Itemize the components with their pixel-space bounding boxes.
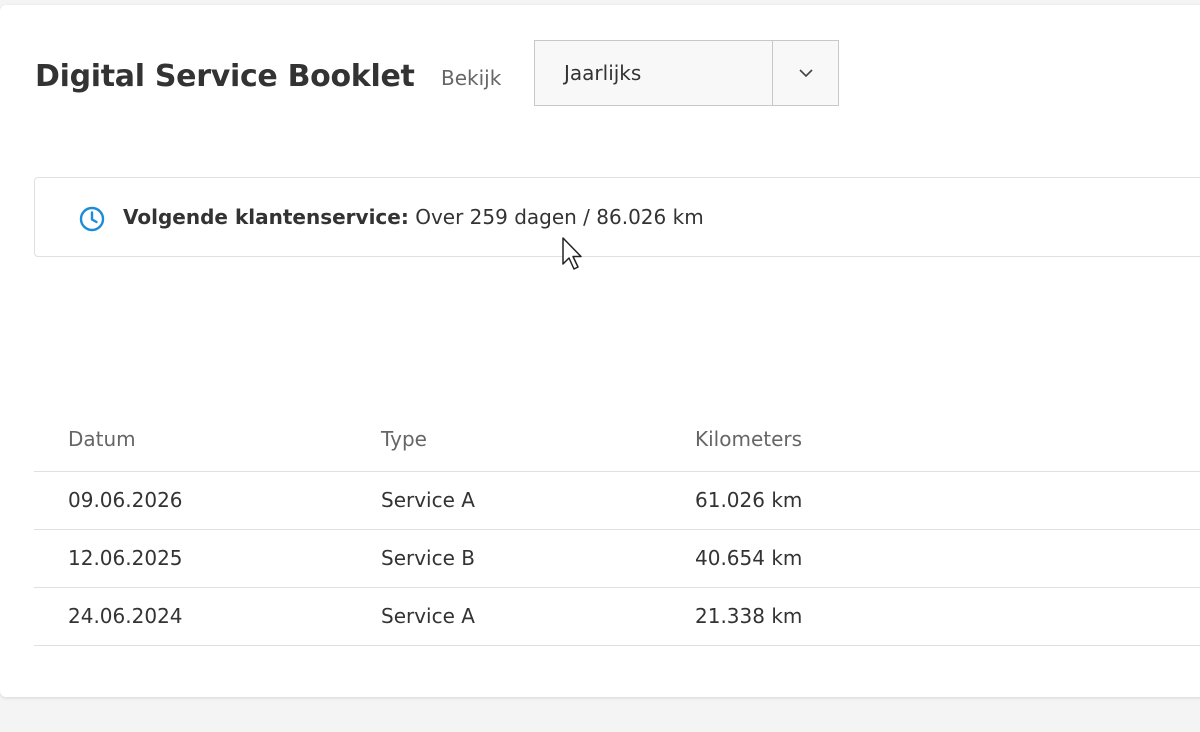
next-service-label: Volgende klantenservice: <box>123 205 409 229</box>
page-title: Digital Service Booklet <box>35 59 415 94</box>
cell-type: Service A <box>381 604 475 628</box>
next-service-notice: Volgende klantenservice: Over 259 dagen … <box>34 177 1200 257</box>
column-header-date: Datum <box>68 427 136 451</box>
view-select-value: Jaarlijks <box>564 61 642 85</box>
table-row: 24.06.2024 Service A 21.338 km <box>34 588 1200 646</box>
cell-kilometers: 61.026 km <box>695 488 803 512</box>
service-booklet-card: Digital Service Booklet Bekijk Jaarlijks… <box>0 5 1200 697</box>
view-select[interactable]: Jaarlijks <box>534 40 839 106</box>
cell-type: Service B <box>381 546 475 570</box>
service-history-table: Datum Type Kilometers 09.06.2026 Service… <box>34 413 1200 646</box>
cell-kilometers: 21.338 km <box>695 604 803 628</box>
cell-date: 09.06.2026 <box>68 488 183 512</box>
table-row: 09.06.2026 Service A 61.026 km <box>34 472 1200 530</box>
cell-type: Service A <box>381 488 475 512</box>
select-toggle-button[interactable] <box>773 41 839 105</box>
view-label: Bekijk <box>441 66 502 90</box>
column-header-type: Type <box>381 427 427 451</box>
cell-date: 24.06.2024 <box>68 604 183 628</box>
clock-icon <box>79 206 105 232</box>
chevron-down-icon <box>799 68 813 77</box>
next-service-value: Over 259 dagen / 86.026 km <box>408 205 704 229</box>
cell-kilometers: 40.654 km <box>695 546 803 570</box>
next-service-text: Volgende klantenservice: Over 259 dagen … <box>123 203 704 231</box>
column-header-kilometers: Kilometers <box>695 427 803 451</box>
cell-date: 12.06.2025 <box>68 546 183 570</box>
table-header: Datum Type Kilometers <box>34 413 1200 472</box>
table-row: 12.06.2025 Service B 40.654 km <box>34 530 1200 588</box>
